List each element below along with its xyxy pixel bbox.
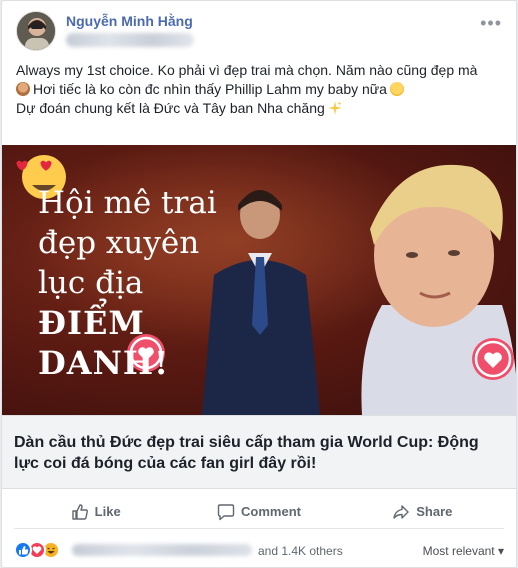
more-options-button[interactable]: ••• — [480, 13, 502, 34]
reactor-names-blurred — [72, 544, 252, 556]
reactions-footer: and 1.4K others Most relevant ▾ — [14, 535, 504, 563]
person-emoji-icon — [16, 82, 30, 96]
comment-sort-dropdown[interactable]: Most relevant ▾ — [423, 544, 504, 558]
share-label: Share — [416, 504, 453, 519]
heart-badge-right-icon — [472, 338, 514, 380]
comment-button[interactable]: Comment — [177, 495, 340, 528]
action-bar: Like Comment Share — [14, 495, 504, 529]
comment-icon — [217, 503, 235, 520]
share-button[interactable]: Share — [341, 495, 504, 528]
link-title[interactable]: Dàn cầu thủ Đức đẹp trai siêu cấp tham g… — [2, 415, 516, 489]
sad-face-icon — [389, 82, 404, 96]
like-reaction-icon — [14, 541, 32, 559]
reaction-icons[interactable] — [14, 541, 64, 559]
like-label: Like — [94, 504, 121, 519]
image-headline: Hội mê trai đẹp xuyên lục địa ĐIỂM DANH! — [38, 183, 217, 383]
post-header: Nguyễn Minh Hằng ••• — [16, 9, 502, 53]
post-line-2: Hơi tiếc là ko còn đc nhìn thấy Phillip … — [16, 80, 504, 99]
comment-label: Comment — [241, 504, 301, 519]
share-icon — [393, 504, 409, 519]
post-card: Nguyễn Minh Hằng ••• Always my 1st choic… — [1, 0, 517, 568]
thumbs-up-icon — [71, 503, 88, 520]
headline-line-1: Hội mê trai — [38, 185, 217, 221]
post-image[interactable]: Hội mê trai đẹp xuyên lục địa ĐIỂM DANH! — [2, 145, 516, 415]
post-meta-blurred — [66, 33, 194, 47]
post-line-1: Always my 1st choice. Ko phải vì đẹp tra… — [16, 62, 478, 78]
avatar[interactable] — [16, 11, 56, 51]
headline-line-2: đẹp xuyên — [38, 225, 200, 261]
headline-line-4: ĐIỂM — [38, 304, 145, 342]
author-name[interactable]: Nguyễn Minh Hằng — [66, 13, 193, 29]
post-text: Always my 1st choice. Ko phải vì đẹp tra… — [16, 61, 504, 118]
headline-line-3: lục địa — [38, 265, 144, 301]
like-button[interactable]: Like — [14, 495, 177, 528]
post-line-3: Dự đoán chung kết là Đức và Tây ban Nha … — [16, 99, 504, 118]
reaction-count[interactable]: and 1.4K others — [258, 544, 343, 558]
sparkles-icon — [327, 101, 342, 115]
headline-line-5: DANH! — [38, 344, 170, 382]
